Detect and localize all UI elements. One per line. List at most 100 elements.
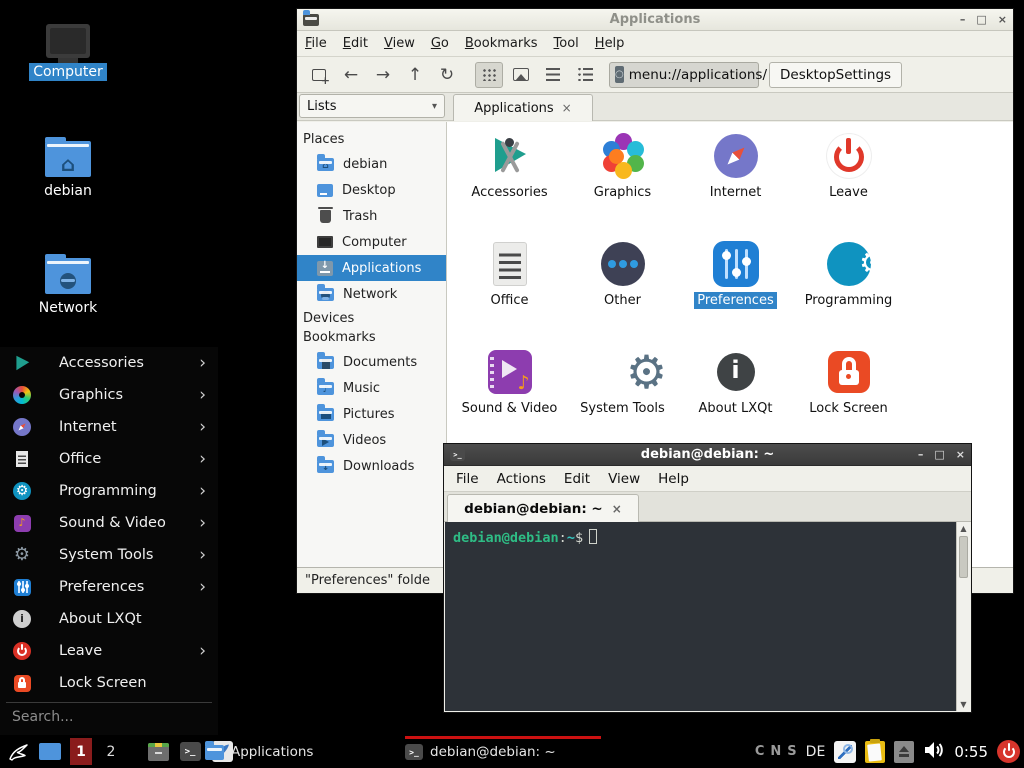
workspace-2-button[interactable]: 2	[100, 738, 122, 765]
sidebar-item-computer[interactable]: Computer	[297, 229, 446, 255]
terminal-content[interactable]: debian@debian:~$ ▲ ▼	[445, 522, 970, 711]
taskbar: 1 2 >_ Applications >_ debian@debian: ~ …	[0, 735, 1024, 768]
terminal-menu-actions[interactable]: Actions	[497, 471, 546, 487]
category-internet[interactable]: Internet	[679, 132, 792, 201]
terminal-menu-edit[interactable]: Edit	[564, 471, 590, 487]
fm-menu-file[interactable]: File	[305, 36, 327, 51]
fm-menu-edit[interactable]: Edit	[343, 36, 368, 51]
category-programming[interactable]: ⚙ Programming	[792, 240, 905, 309]
back-icon[interactable]: ←	[337, 62, 365, 88]
fm-menu-view[interactable]: View	[384, 36, 415, 51]
terminal-titlebar[interactable]: >_ debian@debian: ~ – □ ×	[444, 444, 971, 466]
menu-item-leave[interactable]: Leave ›	[0, 635, 218, 667]
menu-item-lock-screen[interactable]: Lock Screen	[0, 667, 218, 699]
menu-item-preferences[interactable]: Preferences ›	[0, 571, 218, 603]
category-accessories[interactable]: Accessories	[453, 132, 566, 201]
statusbar-text: "Preferences" folde	[305, 573, 430, 588]
terminal-menu-help[interactable]: Help	[658, 471, 689, 487]
category-other[interactable]: Other	[566, 240, 679, 309]
graphics-icon	[599, 132, 647, 180]
detailed-view-button[interactable]	[571, 62, 599, 88]
main-menu-button[interactable]	[6, 740, 30, 764]
up-icon[interactable]: ↑	[401, 62, 429, 88]
terminal-launcher[interactable]: >_	[178, 740, 202, 764]
fm-menu-bookmarks[interactable]: Bookmarks	[465, 36, 538, 51]
sidebar-item-downloads[interactable]: ↓ Downloads	[297, 453, 446, 479]
sidebar-item-applications[interactable]: Applications	[297, 255, 446, 281]
scroll-up-icon[interactable]: ▲	[957, 524, 970, 533]
sidebar-item-documents[interactable]: Documents	[297, 349, 446, 375]
sidebar-item-pictures[interactable]: Pictures	[297, 401, 446, 427]
workspace-1-button[interactable]: 1	[70, 738, 92, 765]
category-preferences[interactable]: Preferences	[679, 240, 792, 309]
forward-icon[interactable]: →	[369, 62, 397, 88]
menu-item-programming[interactable]: ⚙ Programming ›	[0, 475, 218, 507]
volume-icon[interactable]	[923, 740, 945, 764]
sidebar-item-debian[interactable]: ⌂ debian	[297, 151, 446, 177]
fm-window-title: Applications	[297, 12, 1013, 27]
fm-menu-tool[interactable]: Tool	[554, 36, 579, 51]
sidebar-item-videos[interactable]: Videos	[297, 427, 446, 453]
task-applications[interactable]: Applications	[205, 735, 400, 768]
refresh-icon[interactable]: ↻	[433, 62, 461, 88]
terminal-menu-view[interactable]: View	[608, 471, 640, 487]
thumbnail-view-button[interactable]	[507, 62, 535, 88]
sidebar-item-music[interactable]: ♪ Music	[297, 375, 446, 401]
desktop-icon-computer[interactable]: Computer	[18, 24, 118, 81]
screengrab-tray-icon[interactable]	[834, 741, 856, 763]
chevron-right-icon: ›	[199, 385, 206, 405]
clock[interactable]: 0:55	[954, 743, 988, 761]
icon-view-button[interactable]	[475, 62, 503, 88]
close-icon[interactable]: ×	[956, 448, 965, 461]
terminal-menu-file[interactable]: File	[456, 471, 479, 487]
category-graphics[interactable]: Graphics	[566, 132, 679, 201]
new-tab-button[interactable]	[305, 62, 333, 88]
removable-media-tray-icon[interactable]	[894, 741, 914, 763]
clipboard-tray-icon[interactable]	[865, 741, 885, 763]
scroll-down-icon[interactable]: ▼	[957, 700, 970, 709]
terminal-scrollbar[interactable]: ▲ ▼	[956, 522, 970, 711]
fm-tab-applications[interactable]: Applications ×	[453, 94, 593, 121]
menu-item-internet[interactable]: Internet ›	[0, 411, 218, 443]
menu-item-office[interactable]: Office ›	[0, 443, 218, 475]
category-about-lxqt[interactable]: i About LXQt	[679, 348, 792, 417]
sidebar-item-desktop[interactable]: Desktop	[297, 177, 446, 203]
show-desktop-button[interactable]	[38, 740, 62, 764]
category-system-tools[interactable]: ⚙ System Tools	[566, 348, 679, 417]
sidebar-item-network[interactable]: Network	[297, 281, 446, 307]
maximize-icon[interactable]: □	[976, 13, 986, 26]
fm-menu-go[interactable]: Go	[431, 36, 449, 51]
file-manager-launcher[interactable]	[146, 740, 170, 764]
desktop-settings-button[interactable]: DesktopSettings	[769, 62, 902, 88]
desktop-icon-network[interactable]: Network	[18, 258, 118, 317]
power-button[interactable]	[997, 740, 1020, 763]
task-terminal[interactable]: >_ debian@debian: ~	[405, 735, 601, 768]
desktop-icon-debian[interactable]: ⌂ debian	[18, 141, 118, 200]
keyboard-layout-indicator[interactable]: DE	[806, 744, 826, 760]
tab-close-icon[interactable]: ×	[562, 101, 572, 115]
menu-item-accessories[interactable]: Accessories ›	[0, 347, 218, 379]
menu-item-sound-video[interactable]: ♪ Sound & Video ›	[0, 507, 218, 539]
tab-close-icon[interactable]: ×	[612, 502, 622, 516]
compact-view-button[interactable]	[539, 62, 567, 88]
category-office[interactable]: Office	[453, 240, 566, 309]
close-icon[interactable]: ×	[998, 13, 1007, 26]
category-leave[interactable]: Leave	[792, 132, 905, 201]
menu-item-graphics[interactable]: Graphics ›	[0, 379, 218, 411]
minimize-icon[interactable]: –	[918, 448, 924, 461]
scrollbar-thumb[interactable]	[959, 536, 968, 578]
fm-titlebar[interactable]: Applications – □ ×	[297, 9, 1013, 31]
menu-item-system-tools[interactable]: ⚙ System Tools ›	[0, 539, 218, 571]
maximize-icon[interactable]: □	[934, 448, 944, 461]
minimize-icon[interactable]: –	[960, 13, 966, 26]
address-bar[interactable]: ○ menu://applications/	[609, 62, 759, 88]
sidebar-item-trash[interactable]: Trash	[297, 203, 446, 229]
terminal-tab[interactable]: debian@debian: ~ ×	[447, 494, 639, 522]
sidebar-mode-combo[interactable]: Lists ▾	[299, 94, 445, 118]
fm-menu-help[interactable]: Help	[595, 36, 625, 51]
menu-item-about-lxqt[interactable]: i About LXQt	[0, 603, 218, 635]
terminal-screen[interactable]: debian@debian:~$	[445, 522, 956, 711]
category-sound-video[interactable]: ♪ Sound & Video	[453, 348, 566, 417]
menu-search-input[interactable]: Search...	[0, 703, 218, 731]
category-lock-screen[interactable]: Lock Screen	[792, 348, 905, 417]
